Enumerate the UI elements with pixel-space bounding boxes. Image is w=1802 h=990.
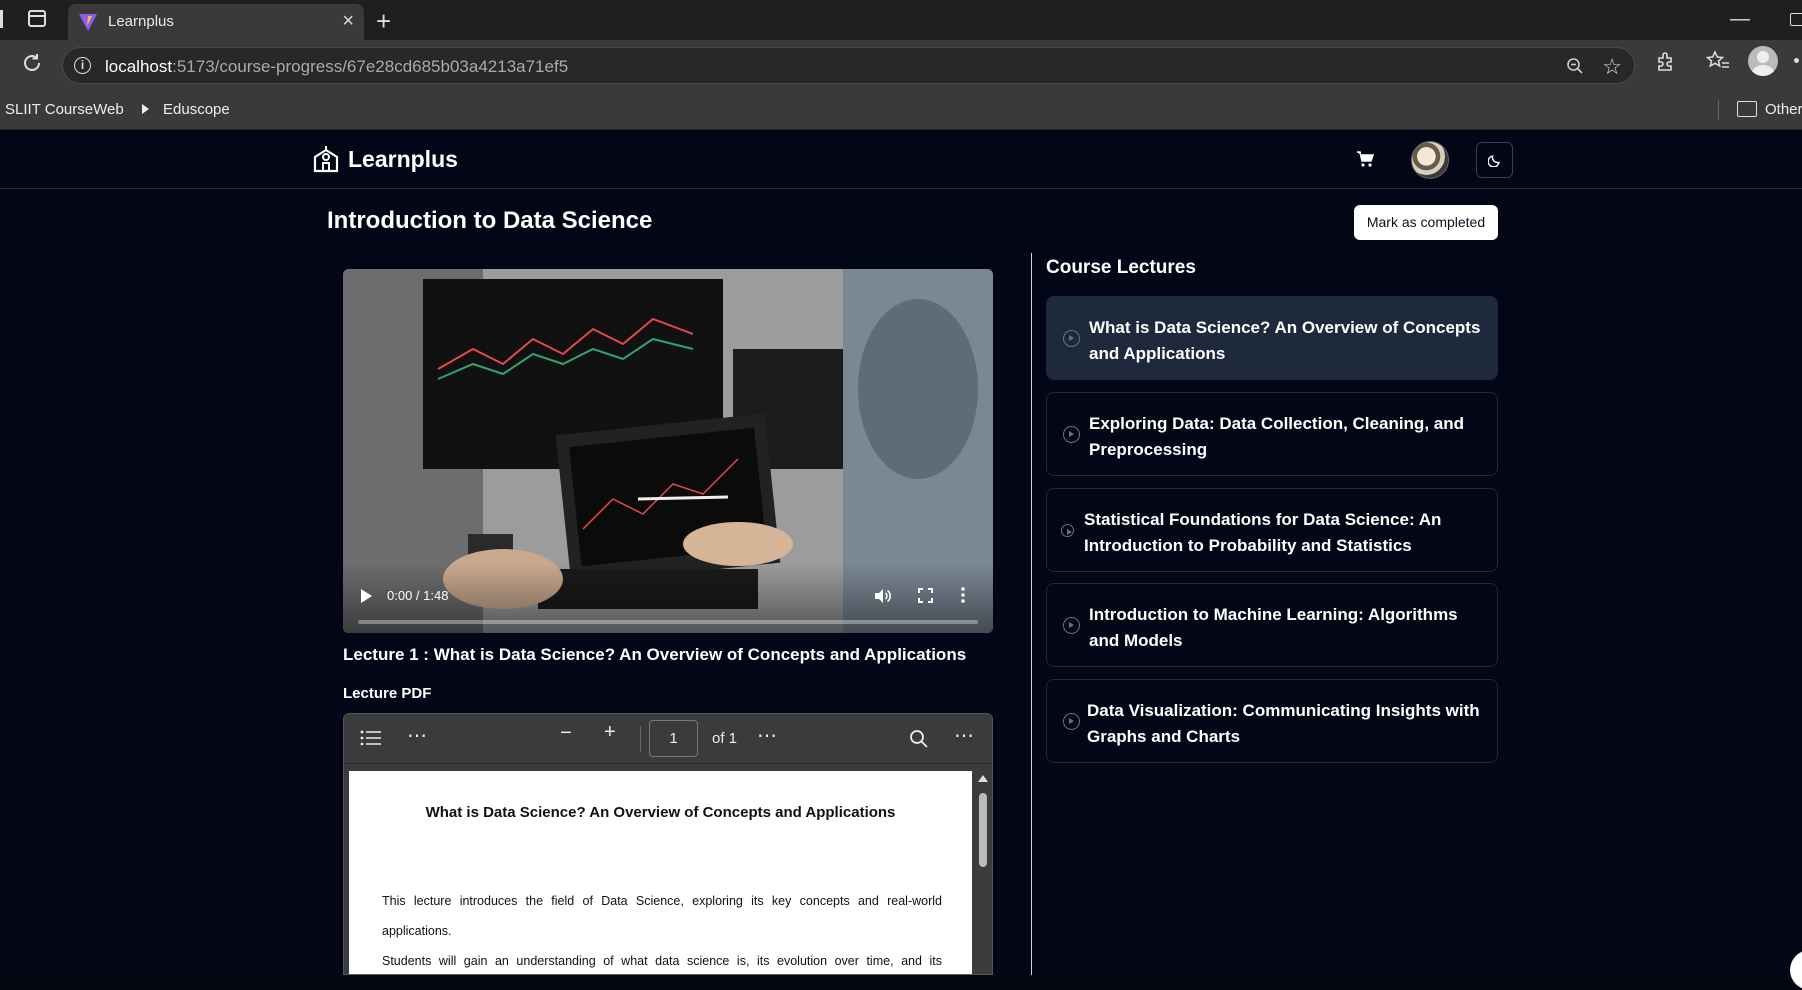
pdf-viewer[interactable]: ⋯ − + 1 of 1 ⋯ ⋯ What is Data Science? A… xyxy=(343,713,993,975)
fullscreen-icon[interactable] xyxy=(918,588,933,603)
brand-name[interactable]: Learnplus xyxy=(348,146,458,173)
restore-icon[interactable] xyxy=(1790,13,1802,26)
browser-tab-strip: Learnplus × + — xyxy=(0,0,1802,40)
bookmark-eduscope[interactable]: Eduscope xyxy=(163,101,230,118)
extensions-icon[interactable] xyxy=(1655,50,1677,72)
column-divider xyxy=(1031,253,1032,975)
pdf-doc-title: What is Data Science? An Overview of Con… xyxy=(425,804,896,821)
folder-icon[interactable] xyxy=(1737,101,1757,117)
page-total: of 1 xyxy=(712,730,738,747)
lecture-item[interactable]: What is Data Science? An Overview of Con… xyxy=(1046,296,1498,380)
lecture-heading: Lecture 1 : What is Data Science? An Ove… xyxy=(343,645,967,664)
app-page: Learnplus Introduction to Data Science M… xyxy=(0,130,1802,990)
browser-menu-icon[interactable] xyxy=(1794,58,1799,63)
tab-actions-icon[interactable] xyxy=(28,10,46,27)
bookmark-sliit[interactable]: SLIIT CourseWeb xyxy=(5,101,124,118)
other-bookmarks[interactable]: Other xyxy=(1765,101,1802,118)
lecture-item[interactable]: Exploring Data: Data Collection, Cleanin… xyxy=(1046,392,1498,476)
video-time: 0:00 / 1:48 xyxy=(387,588,449,603)
browser-tab[interactable]: Learnplus × xyxy=(68,4,364,40)
video-controls: 0:00 / 1:48 xyxy=(343,563,993,633)
folder-arrow-icon[interactable] xyxy=(142,104,149,114)
lecture-item-title: Introduction to Machine Learning: Algori… xyxy=(1089,605,1458,650)
navbar: Learnplus xyxy=(0,130,1802,189)
pdf-text-line: Students will gain an understanding of w… xyxy=(382,954,942,968)
scroll-up-icon[interactable] xyxy=(978,775,988,782)
address-bar[interactable]: i localhost:5173/course-progress/67e28cd… xyxy=(62,47,1635,84)
sidebar-edge-icon[interactable] xyxy=(0,10,3,28)
scroll-thumb[interactable] xyxy=(979,793,987,867)
video-progress-bar[interactable] xyxy=(358,620,978,624)
pdf-more-left-icon[interactable]: ⋯ xyxy=(407,723,427,748)
pdf-toolbar: ⋯ − + 1 of 1 ⋯ ⋯ xyxy=(344,714,992,764)
vite-favicon-icon xyxy=(79,14,97,31)
site-info-icon[interactable]: i xyxy=(74,57,91,74)
mark-completed-button[interactable]: Mark as completed xyxy=(1354,205,1498,240)
zoom-in-pdf-icon[interactable]: + xyxy=(604,721,616,744)
lecture-item-title: Statistical Foundations for Data Science… xyxy=(1084,510,1442,555)
outline-list-icon[interactable] xyxy=(360,730,382,746)
pdf-label: Lecture PDF xyxy=(343,685,432,702)
profile-icon[interactable] xyxy=(1748,46,1778,76)
volume-icon[interactable] xyxy=(873,587,891,605)
play-icon[interactable] xyxy=(361,589,372,603)
favorites-icon[interactable] xyxy=(1706,50,1730,72)
play-circle-icon xyxy=(1063,617,1080,634)
school-logo-icon[interactable] xyxy=(312,145,340,173)
close-tab-icon[interactable]: × xyxy=(342,10,354,33)
play-circle-icon xyxy=(1063,713,1080,730)
play-circle-icon xyxy=(1063,330,1080,347)
moon-icon xyxy=(1488,155,1500,167)
lecture-item-title: Exploring Data: Data Collection, Cleanin… xyxy=(1089,414,1464,459)
pdf-toolbar-divider xyxy=(640,726,641,752)
avatar[interactable] xyxy=(1411,141,1449,179)
lectures-title: Course Lectures xyxy=(1046,257,1196,278)
zoom-out-pdf-icon[interactable]: − xyxy=(560,722,572,745)
page-title: Introduction to Data Science xyxy=(327,207,653,234)
minimize-icon[interactable]: — xyxy=(1730,8,1750,31)
bookmarks-bar: SLIIT CourseWeb Eduscope Other xyxy=(0,90,1802,130)
url-text[interactable]: localhost:5173/course-progress/67e28cd68… xyxy=(105,57,568,77)
pdf-text-line: This lecture introduces the field of Dat… xyxy=(382,894,942,908)
bookmark-star-icon[interactable]: ☆ xyxy=(1602,54,1622,80)
page-number-input[interactable]: 1 xyxy=(649,720,698,757)
chat-widget[interactable] xyxy=(1790,950,1802,990)
pdf-text-line: applications. xyxy=(382,924,452,938)
lecture-item-title: What is Data Science? An Overview of Con… xyxy=(1089,318,1481,363)
lecture-item[interactable]: Introduction to Machine Learning: Algori… xyxy=(1046,583,1498,667)
lecture-item[interactable]: Data Visualization: Communicating Insigh… xyxy=(1046,679,1498,763)
reload-icon[interactable] xyxy=(20,51,44,75)
lecture-item-title: Data Visualization: Communicating Insigh… xyxy=(1087,701,1480,746)
bookmark-divider xyxy=(1718,100,1719,120)
new-tab-icon[interactable]: + xyxy=(376,6,391,37)
pdf-more-right-icon[interactable]: ⋯ xyxy=(954,723,974,748)
tab-title: Learnplus xyxy=(108,13,174,30)
theme-toggle-button[interactable] xyxy=(1476,142,1513,178)
cart-icon[interactable] xyxy=(1356,150,1374,168)
play-circle-icon xyxy=(1061,524,1074,537)
lecture-item[interactable]: Statistical Foundations for Data Science… xyxy=(1046,488,1498,572)
video-player[interactable]: 0:00 / 1:48 xyxy=(343,269,993,633)
pdf-more-center-icon[interactable]: ⋯ xyxy=(757,723,777,748)
pdf-search-icon[interactable] xyxy=(909,729,929,749)
pdf-page: What is Data Science? An Overview of Con… xyxy=(349,771,972,974)
browser-toolbar: i localhost:5173/course-progress/67e28cd… xyxy=(0,40,1802,90)
zoom-out-icon[interactable] xyxy=(1566,57,1584,75)
play-circle-icon xyxy=(1063,426,1080,443)
video-more-icon[interactable] xyxy=(961,587,965,603)
pdf-scrollbar[interactable] xyxy=(976,771,990,974)
